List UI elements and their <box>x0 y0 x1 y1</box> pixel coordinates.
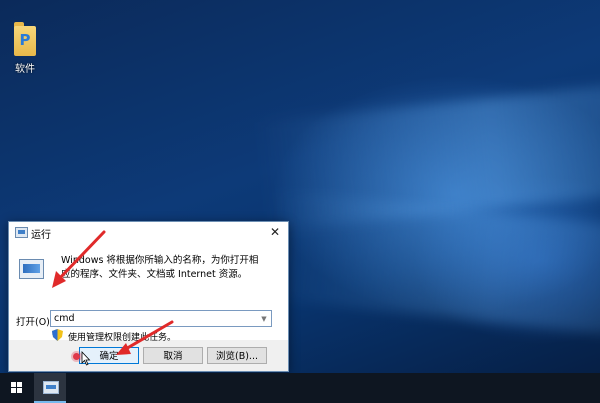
mouse-cursor-icon <box>81 351 91 366</box>
run-app-icon <box>19 259 44 279</box>
desktop-icon-software[interactable]: P 软件 <box>10 22 40 75</box>
taskbar-item-run[interactable] <box>34 373 66 403</box>
dialog-title: 运行 <box>31 230 51 241</box>
run-dialog: 运行 ✕ Windows 将根据你所输入的名称，为你打开相应的程序、文件夹、文档… <box>8 221 289 372</box>
dialog-description: Windows 将根据你所输入的名称，为你打开相应的程序、文件夹、文档或 Int… <box>61 255 259 280</box>
wallpaper-light-beam <box>255 188 600 352</box>
open-input[interactable]: cmd ▼ <box>50 310 272 327</box>
run-icon <box>43 381 59 394</box>
dialog-content: Windows 将根据你所输入的名称，为你打开相应的程序、文件夹、文档或 Int… <box>9 242 288 343</box>
start-button[interactable] <box>0 373 32 403</box>
desktop-icon-label: 软件 <box>15 64 35 75</box>
open-label: 打开(O): <box>16 317 54 328</box>
folder-icon: P <box>14 22 36 56</box>
dialog-titlebar[interactable]: 运行 ✕ <box>9 222 288 242</box>
run-icon <box>15 227 28 238</box>
cancel-button[interactable]: 取消 <box>143 347 203 364</box>
browse-button[interactable]: 浏览(B)... <box>207 347 267 364</box>
click-indicator <box>73 353 80 360</box>
dialog-button-row: 确定 取消 浏览(B)... <box>9 340 288 371</box>
open-input-value: cmd <box>54 313 75 324</box>
chevron-down-icon[interactable]: ▼ <box>260 314 268 324</box>
taskbar <box>0 373 600 403</box>
close-button[interactable]: ✕ <box>264 223 286 241</box>
